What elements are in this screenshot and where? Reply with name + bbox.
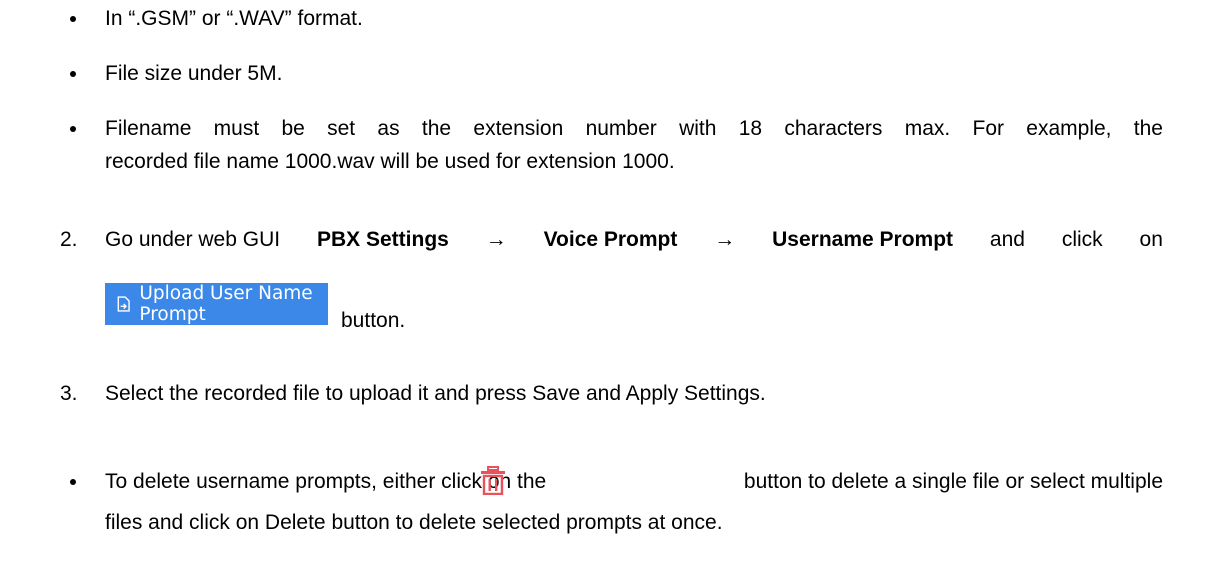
step2-on: on <box>1139 228 1163 251</box>
delete-note-line2: files and click on Delete button to dele… <box>105 511 723 534</box>
delete-note-part2: button to delete a single file or select… <box>743 470 1163 493</box>
breadcrumb-username-prompt: Username Prompt <box>772 228 954 251</box>
upload-user-name-prompt-button[interactable]: Upload User Name Prompt <box>105 283 328 325</box>
filename-requirement-line2: recorded file name 1000.wav will be used… <box>105 150 675 173</box>
step2-number: 2. <box>60 228 78 251</box>
bullet-format <box>70 16 76 22</box>
trash-icon[interactable] <box>480 466 506 495</box>
step2-go-under: Go under web GUI <box>105 228 281 251</box>
filename-requirement-line1: Filename must be set as the extension nu… <box>105 117 1163 140</box>
arrow-icon: → <box>714 228 736 251</box>
arrow-icon: → <box>485 228 507 251</box>
step2-button-word: button. <box>341 309 406 332</box>
upload-icon <box>117 296 130 312</box>
format-requirement: In “.GSM” or “.WAV” format. <box>105 7 363 30</box>
step3-text: Select the recorded file to upload it an… <box>105 382 766 405</box>
step2-and: and <box>989 228 1025 251</box>
step2-line: Go under web GUI PBX Settings → Voice Pr… <box>105 228 1163 252</box>
step3-number: 3. <box>60 382 78 405</box>
bullet-delete <box>70 479 76 485</box>
upload-button-label: Upload User Name Prompt <box>139 283 313 325</box>
size-requirement: File size under 5M. <box>105 62 283 85</box>
breadcrumb-pbx-settings: PBX Settings <box>316 228 449 251</box>
step2-click: click <box>1061 228 1103 251</box>
breadcrumb-voice-prompt: Voice Prompt <box>543 228 678 251</box>
bullet-size <box>70 71 76 77</box>
bullet-filename <box>70 126 76 132</box>
